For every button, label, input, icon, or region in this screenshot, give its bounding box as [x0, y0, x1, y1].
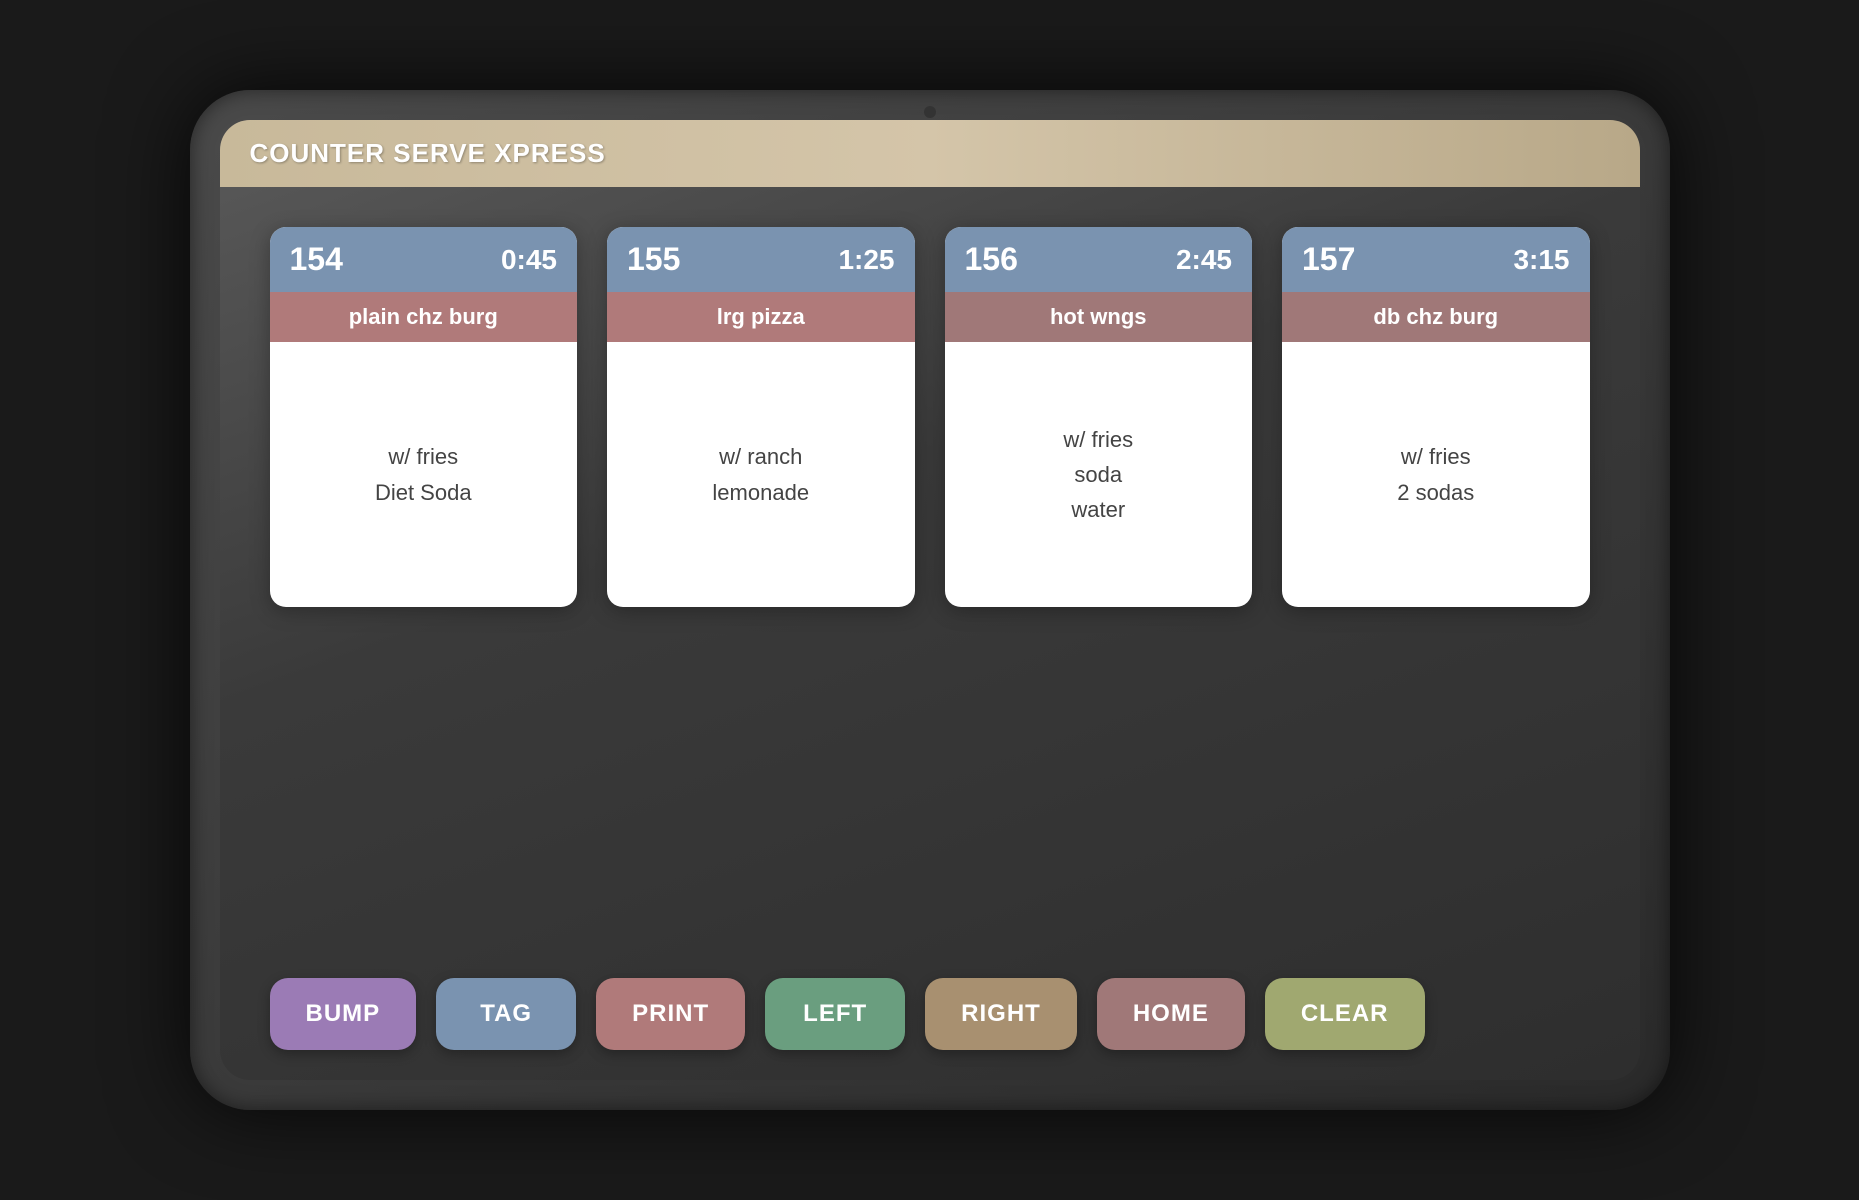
order-card-156[interactable]: 156 2:45 hot wngs w/ friessodawater: [945, 227, 1253, 607]
order-timer-155: 1:25: [838, 244, 894, 276]
order-card-157[interactable]: 157 3:15 db chz burg w/ fries2 sodas: [1282, 227, 1590, 607]
order-number-154: 154: [290, 241, 343, 278]
card-details-155: w/ ranchlemonade: [607, 342, 915, 607]
tag-button[interactable]: TAG: [436, 978, 576, 1050]
order-details-text-157: w/ fries2 sodas: [1397, 439, 1474, 509]
card-header-156: 156 2:45: [945, 227, 1253, 292]
clear-button[interactable]: CLEAR: [1265, 978, 1425, 1050]
order-details-text-155: w/ ranchlemonade: [712, 439, 809, 509]
tablet-device: COUNTER SERVE XPRESS 154 0:45 plain chz …: [190, 90, 1670, 1110]
card-details-154: w/ friesDiet Soda: [270, 342, 578, 607]
tablet-screen: COUNTER SERVE XPRESS 154 0:45 plain chz …: [220, 120, 1640, 1080]
order-details-text-156: w/ friessodawater: [1063, 422, 1133, 528]
card-details-157: w/ fries2 sodas: [1282, 342, 1590, 607]
left-button[interactable]: LEFT: [765, 978, 905, 1050]
orders-row: 154 0:45 plain chz burg w/ friesDiet Sod…: [270, 227, 1590, 928]
home-button[interactable]: HOME: [1097, 978, 1245, 1050]
order-details-text-154: w/ friesDiet Soda: [375, 439, 472, 509]
order-item-name-156: hot wngs: [945, 292, 1253, 342]
main-content: 154 0:45 plain chz burg w/ friesDiet Sod…: [220, 187, 1640, 958]
header-bar: COUNTER SERVE XPRESS: [220, 120, 1640, 187]
print-button[interactable]: PRINT: [596, 978, 745, 1050]
order-number-157: 157: [1302, 241, 1355, 278]
order-timer-154: 0:45: [501, 244, 557, 276]
tablet-camera: [924, 106, 936, 118]
order-item-name-157: db chz burg: [1282, 292, 1590, 342]
bump-button[interactable]: BUMP: [270, 978, 417, 1050]
order-item-name-155: lrg pizza: [607, 292, 915, 342]
order-item-name-154: plain chz burg: [270, 292, 578, 342]
card-header-154: 154 0:45: [270, 227, 578, 292]
order-number-156: 156: [965, 241, 1018, 278]
bottom-buttons: BUMP TAG PRINT LEFT RIGHT HOME CLEAR: [220, 958, 1640, 1080]
order-number-155: 155: [627, 241, 680, 278]
order-timer-156: 2:45: [1176, 244, 1232, 276]
right-button[interactable]: RIGHT: [925, 978, 1077, 1050]
app-title: COUNTER SERVE XPRESS: [250, 138, 606, 168]
order-card-155[interactable]: 155 1:25 lrg pizza w/ ranchlemonade: [607, 227, 915, 607]
card-header-155: 155 1:25: [607, 227, 915, 292]
card-details-156: w/ friessodawater: [945, 342, 1253, 607]
order-timer-157: 3:15: [1513, 244, 1569, 276]
card-header-157: 157 3:15: [1282, 227, 1590, 292]
order-card-154[interactable]: 154 0:45 plain chz burg w/ friesDiet Sod…: [270, 227, 578, 607]
